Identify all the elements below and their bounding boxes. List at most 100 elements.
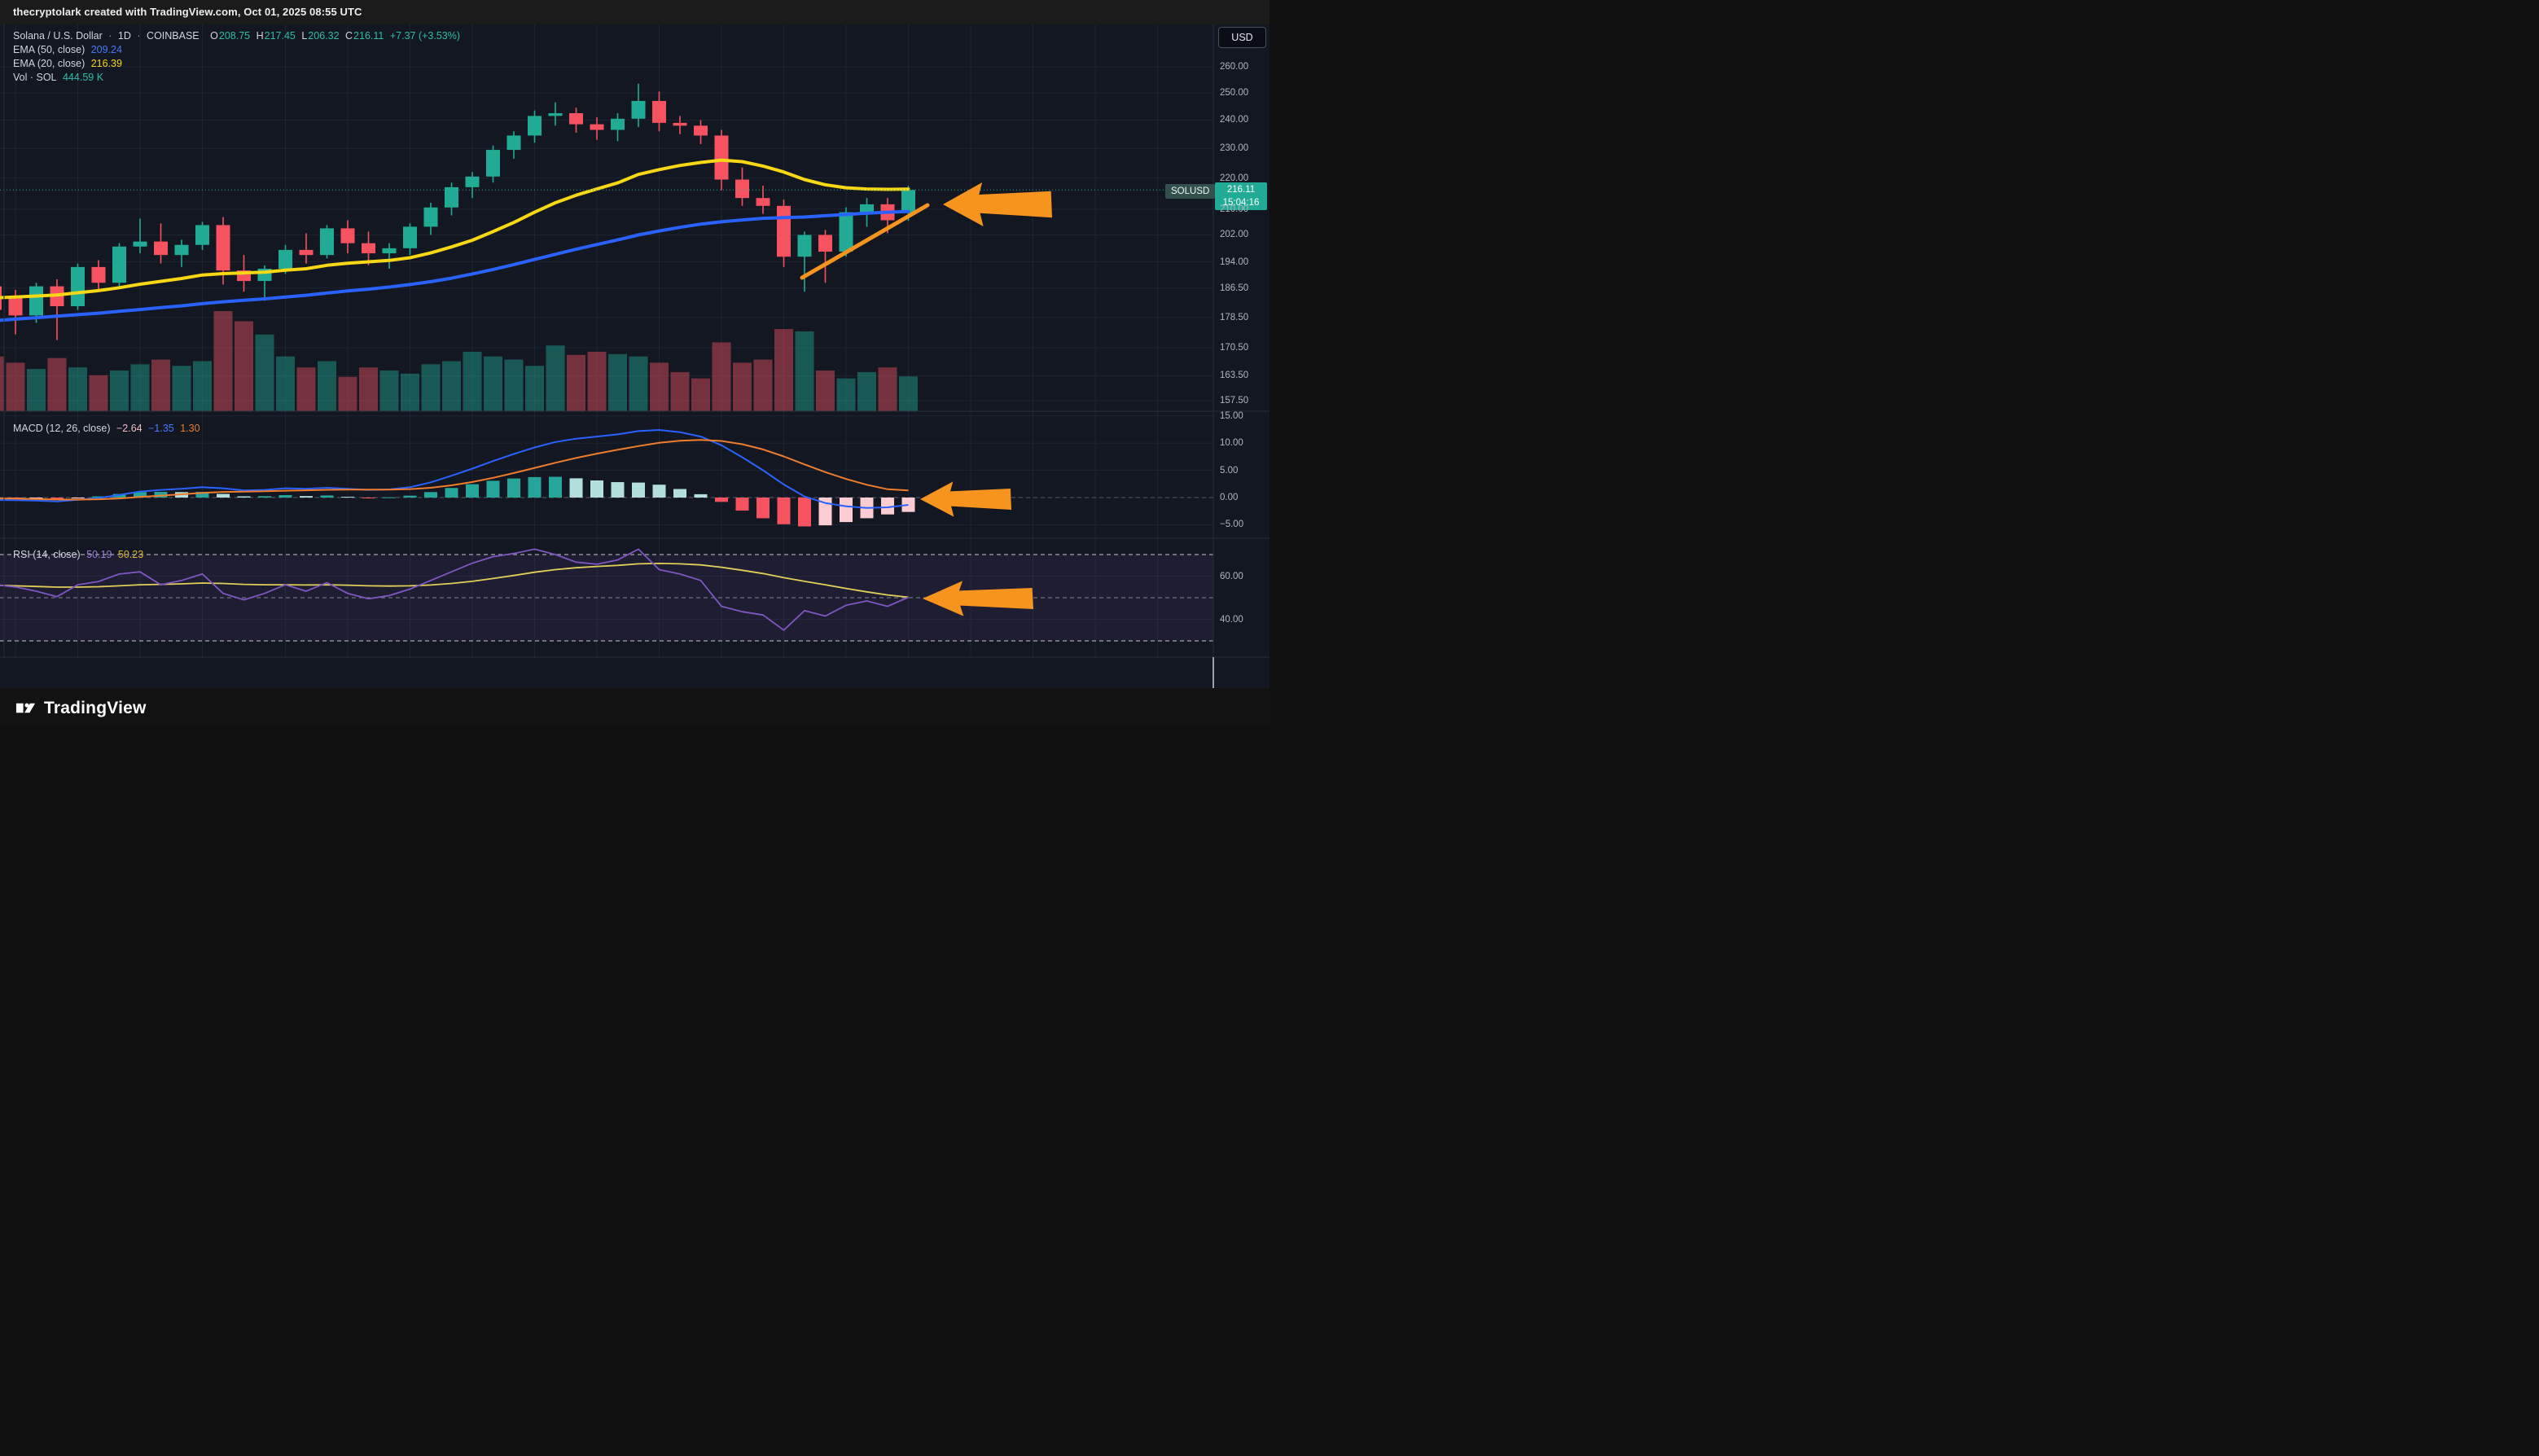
rsi-legend-row[interactable]: RSI (14, close) 50.19 50.23 [13,549,147,560]
volume-bar [256,335,274,411]
volume-bar [422,364,441,411]
chart-canvas[interactable] [0,0,1270,728]
currency-toggle-button[interactable]: USD [1218,27,1266,48]
high-value: 217.45 [265,30,296,42]
volume-label[interactable]: Vol · SOL [13,72,57,83]
macd-histogram-bar [673,489,686,498]
volume-value: 444.59 K [63,72,103,83]
separator-dot: · [137,30,140,42]
volume-bar [173,366,191,411]
volume-bar [318,361,336,411]
candle-body [134,242,147,247]
timeframe-label[interactable]: 1D [118,30,131,42]
macd-tick-label: 15.00 [1220,410,1243,422]
volume-legend-row[interactable]: Vol · SOL 444.59 K [13,72,107,83]
macd-hist-value: −2.64 [116,423,143,434]
volume-bar [68,367,87,411]
symbol-legend-row[interactable]: Solana / U.S. Dollar · 1D · COINBASE O20… [13,30,463,42]
macd-histogram-bar [570,478,583,498]
macd-histogram-bar [238,497,251,498]
rsi-tick-label: 60.00 [1220,571,1243,582]
volume-bar [816,371,835,411]
macd-histogram-bar [778,498,791,524]
macd-histogram-bar [632,483,645,498]
candle-body [777,206,791,257]
macd-legend-row[interactable]: MACD (12, 26, close) −2.64 −1.35 1.30 [13,423,204,434]
volume-bar [505,360,524,411]
candle-body [195,225,209,244]
rsi-tick-label: 40.00 [1220,614,1243,625]
volume-bar [48,358,67,411]
price-tick-label: 194.00 [1220,257,1248,268]
candle-body [694,125,708,135]
candle-body [735,180,749,199]
candle-body [507,135,521,150]
volume-bar [650,362,669,411]
volume-bar [588,352,607,411]
macd-tick-label: 10.00 [1220,437,1243,449]
candle-body [798,235,812,257]
price-tick-label: 240.00 [1220,114,1248,125]
arrow-annotation-macd [920,481,1011,516]
candle-body [756,198,770,206]
price-tick-label: 220.00 [1220,173,1248,184]
symbol-name[interactable]: Solana / U.S. Dollar [13,30,103,42]
volume-bar [837,379,856,411]
volume-bar [359,367,378,411]
candle-body [528,116,542,135]
ema50-value: 209.24 [91,44,122,55]
tradingview-logo-icon[interactable] [15,697,37,719]
ema50-legend-row[interactable]: EMA (50, close) 209.24 [13,44,125,55]
volume-bar [276,357,295,411]
low-value: 206.32 [308,30,339,42]
candle-body [175,245,189,255]
watermark-bar: thecryptolark created with TradingView.c… [0,0,1270,24]
volume-bar [774,329,793,411]
candle-body [901,190,915,213]
macd-histogram-bar [487,480,500,498]
ema20-legend-row[interactable]: EMA (20, close) 216.39 [13,58,125,69]
volume-bar [297,367,316,411]
macd-histogram-bar [736,498,749,511]
symbol-price-line-badge: SOLUSD [1165,184,1215,199]
rsi-ma-value: 50.23 [118,549,143,560]
volume-bar [380,371,399,411]
macd-histogram-bar [653,485,666,498]
candle-body [92,267,106,283]
volume-bar [339,377,357,411]
volume-bar [110,371,129,411]
price-tick-label: 163.50 [1220,370,1248,381]
macd-histogram-bar [404,496,417,498]
macd-label[interactable]: MACD (12, 26, close) [13,423,110,434]
volume-bar [567,355,585,411]
rsi-label[interactable]: RSI (14, close) [13,549,81,560]
candle-body [569,113,583,125]
ema20-label[interactable]: EMA (20, close) [13,58,85,69]
volume-bar [463,352,482,411]
volume-bar [796,331,814,411]
candle-body [29,287,43,316]
arrow-annotation-main [943,182,1052,226]
candle-body [71,267,85,306]
candle-body [9,297,23,316]
rsi-value: 50.19 [86,549,112,560]
macd-histogram-bar [840,498,853,522]
tradingview-wordmark[interactable]: TradingView [44,699,147,718]
volume-bar [151,360,170,411]
candle-body [403,226,417,248]
candle-body [154,242,168,256]
macd-histogram-bar [445,488,458,498]
price-tick-label: 202.00 [1220,229,1248,240]
candle-body [217,225,230,270]
candle-body [424,208,438,227]
macd-tick-label: −5.00 [1220,519,1243,530]
ema50-label[interactable]: EMA (50, close) [13,44,85,55]
volume-bar [214,311,233,411]
candle-body [632,101,646,119]
volume-bar [525,366,544,411]
macd-histogram-bar [279,495,292,498]
macd-histogram-bar [756,498,770,518]
candle-body [278,250,292,269]
price-tick-label: 178.50 [1220,312,1248,323]
footer-bar: TradingView [0,688,1270,728]
